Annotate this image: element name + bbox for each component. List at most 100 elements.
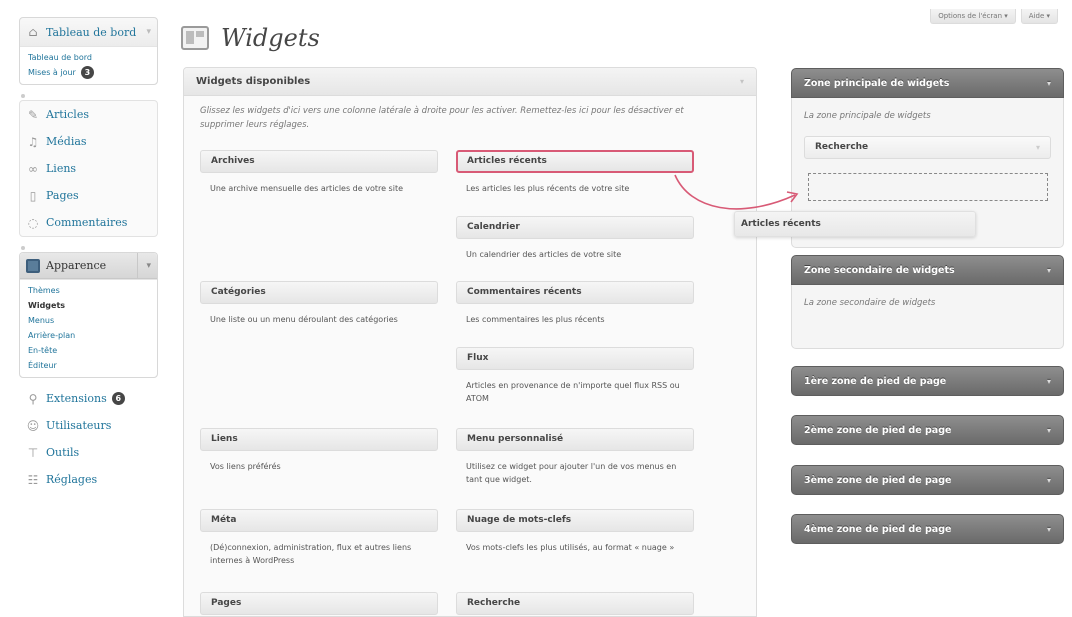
widget-description: Une archive mensuelle des articles de vo… [210, 184, 404, 193]
sidebar-title: 4ème zone de pied de page [804, 523, 952, 535]
toggle-arrow-icon[interactable]: ▾ [1047, 377, 1051, 386]
menu-item-label: Liens [46, 162, 77, 175]
menu-item-appearance[interactable]: Apparence ▾ [20, 252, 157, 279]
toggle-arrow-icon[interactable]: ▾ [1047, 525, 1051, 534]
widget-links[interactable]: Liens Vos liens préférés [200, 428, 438, 473]
help-button[interactable]: Aide ▾ [1020, 9, 1058, 24]
widget-title[interactable]: Commentaires récents [456, 281, 694, 304]
menu-group-content: ✎ Articles ♫ Médias ∞ Liens ▯ Pages ◌ Comment… [19, 100, 158, 237]
widget-title[interactable]: Recherche [456, 592, 694, 615]
toggle-arrow-icon[interactable]: ▾ [740, 77, 744, 86]
widget-meta[interactable]: Méta (Dé)connexion, administration, flux… [200, 509, 438, 567]
widget-categories[interactable]: Catégories Une liste ou un menu déroulan… [200, 281, 438, 326]
widget-description: (Dé)connexion, administration, flux et a… [210, 543, 412, 565]
submenu-editor[interactable]: Éditeur [28, 358, 157, 373]
submenu-label: En-tête [28, 346, 58, 355]
submenu-menus[interactable]: Menus [28, 313, 157, 328]
widget-title[interactable]: Liens [200, 428, 438, 451]
widget-title[interactable]: Nuage de mots-clefs [456, 509, 694, 532]
menu-item-tools[interactable]: ⊤ Outils [20, 439, 157, 466]
submenu-label: Mises à jour [28, 68, 76, 77]
widget-title[interactable]: Articles récents [456, 150, 694, 173]
sidebar-secondary-header[interactable]: Zone secondaire de widgets ▾ [791, 255, 1064, 285]
media-icon: ♫ [27, 134, 39, 149]
menu-item-links[interactable]: ∞ Liens [20, 155, 157, 182]
submenu-updates[interactable]: Mises à jour 3 [28, 65, 157, 80]
widget-custom-menu[interactable]: Menu personnalisé Utilisez ce widget pou… [456, 428, 694, 486]
widget-calendar[interactable]: Calendrier Un calendrier des articles de… [456, 216, 694, 261]
widget-rss[interactable]: Flux Articles en provenance de n'importe… [456, 347, 694, 405]
drop-placeholder [808, 173, 1048, 201]
submenu-label: Thèmes [28, 286, 60, 295]
widget-description: Une liste ou un menu déroulant des catég… [210, 315, 398, 324]
menu-item-label: Pages [46, 189, 79, 202]
submenu-themes[interactable]: Thèmes [28, 283, 157, 298]
widget-tag-cloud[interactable]: Nuage de mots-clefs Vos mots-clefs les p… [456, 509, 694, 554]
submenu-widgets[interactable]: Widgets [28, 298, 157, 313]
widget-pages[interactable]: Pages [200, 592, 438, 615]
menu-item-pages[interactable]: ▯ Pages [20, 182, 157, 209]
toggle-arrow-icon[interactable]: ▾ [1047, 426, 1051, 435]
widget-title[interactable]: Menu personnalisé [456, 428, 694, 451]
chevron-down-icon[interactable]: ▾ [137, 252, 151, 279]
sidebar-footer-4[interactable]: 4ème zone de pied de page ▾ [791, 514, 1064, 544]
menu-item-comments[interactable]: ◌ Commentaires [20, 209, 157, 236]
sidebar-description: La zone secondaire de widgets [804, 298, 936, 308]
dragged-widget[interactable]: Articles récents [734, 211, 976, 237]
widget-title[interactable]: Calendrier [456, 216, 694, 239]
sidebar-primary-header[interactable]: Zone principale de widgets ▾ [791, 68, 1064, 98]
menu-item-articles[interactable]: ✎ Articles [20, 101, 157, 128]
sidebar-footer-3[interactable]: 3ème zone de pied de page ▾ [791, 465, 1064, 495]
settings-icon: ☷ [27, 472, 39, 487]
widget-search[interactable]: Recherche [456, 592, 694, 615]
sidebar-footer-3-header[interactable]: 3ème zone de pied de page ▾ [791, 465, 1064, 495]
update-count-badge: 3 [80, 66, 94, 79]
submenu-label: Menus [28, 316, 55, 325]
sidebar-footer-2[interactable]: 2ème zone de pied de page ▾ [791, 415, 1064, 445]
widget-archives[interactable]: Archives Une archive mensuelle des artic… [200, 150, 438, 195]
menu-item-dashboard[interactable]: ⌂ Tableau de bord ▾ [20, 18, 157, 46]
sidebar-title: 2ème zone de pied de page [804, 424, 952, 436]
widget-title[interactable]: Archives [200, 150, 438, 173]
menu-item-label: Apparence [46, 259, 107, 272]
submenu-dashboard[interactable]: Tableau de bord [28, 50, 157, 65]
comments-icon: ◌ [27, 215, 39, 230]
sidebar-secondary-body: La zone secondaire de widgets [791, 285, 1064, 349]
widget-title[interactable]: Flux [456, 347, 694, 370]
widget-title[interactable]: Catégories [200, 281, 438, 304]
available-widgets-header[interactable]: Widgets disponibles ▾ [184, 68, 756, 96]
chevron-down-icon[interactable]: ▾ [146, 27, 151, 37]
sidebar-footer-1-header[interactable]: 1ère zone de pied de page ▾ [791, 366, 1064, 396]
widget-title[interactable]: Pages [200, 592, 438, 615]
menu-item-label: Médias [46, 135, 87, 148]
submenu-header[interactable]: En-tête [28, 343, 157, 358]
sidebar-footer-2-header[interactable]: 2ème zone de pied de page ▾ [791, 415, 1064, 445]
screen-options-button[interactable]: Options de l'écran ▾ [930, 9, 1016, 24]
page-title: Widgets [221, 24, 320, 52]
sidebar-widget-search[interactable]: Recherche ▾ [804, 136, 1051, 159]
submenu-background[interactable]: Arrière-plan [28, 328, 157, 343]
menu-item-users[interactable]: ☺ Utilisateurs [20, 412, 157, 439]
widget-recent-posts[interactable]: Articles récents Les articles les plus r… [456, 150, 694, 195]
sidebar-title: Zone secondaire de widgets [804, 264, 955, 276]
widget-recent-comments[interactable]: Commentaires récents Les commentaires le… [456, 281, 694, 326]
submenu-label: Widgets [28, 301, 66, 310]
toggle-arrow-icon[interactable]: ▾ [1047, 266, 1051, 275]
sidebar-footer-1[interactable]: 1ère zone de pied de page ▾ [791, 366, 1064, 396]
sidebar-footer-4-header[interactable]: 4ème zone de pied de page ▾ [791, 514, 1064, 544]
widget-title: Recherche [815, 142, 869, 152]
page-header: Widgets [181, 24, 320, 52]
menu-item-media[interactable]: ♫ Médias [20, 128, 157, 155]
submenu-label: Tableau de bord [28, 53, 92, 62]
widget-title[interactable]: Méta [200, 509, 438, 532]
menu-group-admin: ⚲ Extensions 6 ☺ Utilisateurs ⊤ Outils ☷ Régl… [19, 384, 158, 494]
menu-item-settings[interactable]: ☷ Réglages [20, 466, 157, 493]
widget-description: Les articles les plus récents de votre s… [466, 184, 630, 193]
menu-separator [19, 91, 158, 100]
toggle-arrow-icon[interactable]: ▾ [1047, 476, 1051, 485]
toggle-arrow-icon[interactable]: ▾ [1047, 79, 1051, 88]
widget-description: Articles en provenance de n'importe quel… [466, 381, 680, 403]
menu-separator [19, 243, 158, 252]
menu-item-plugins[interactable]: ⚲ Extensions 6 [20, 385, 157, 412]
toggle-arrow-icon[interactable]: ▾ [1036, 137, 1040, 158]
